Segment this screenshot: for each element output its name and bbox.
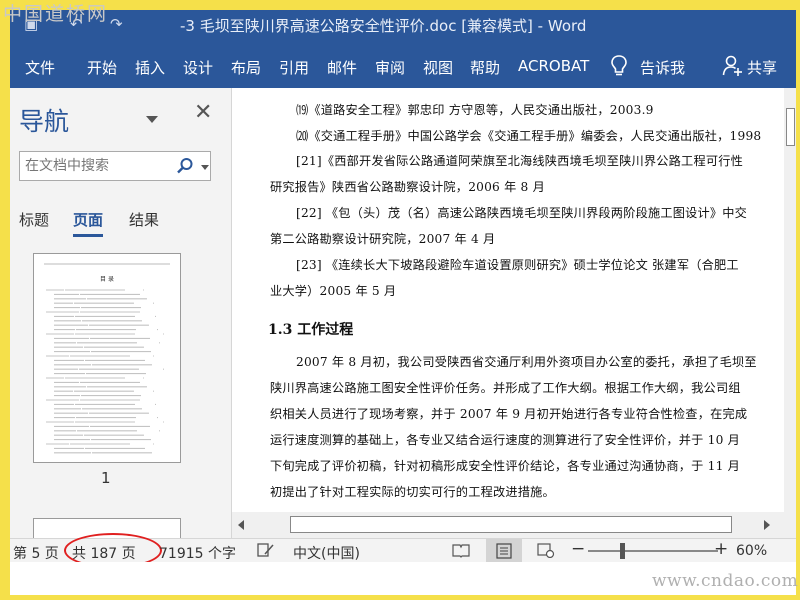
navigation-pane: 导航 ✕ 标题 页面 结果 目 录 1 xyxy=(10,88,232,538)
tab-results[interactable]: 结果 xyxy=(129,209,159,230)
body-line-5: 下旬完成了评价初稿，针对初稿形成安全性评价结论，各专业通过沟通协商，于 11 月 xyxy=(270,459,741,473)
ref-22-line2: 第二公路勘察设计研究院，2007 年 4 月 xyxy=(270,232,496,246)
ref-23-line1: [23] 《连续长大下坡路段避险车道设置原则研究》硕士学位论文 张建军（合肥工 xyxy=(296,258,739,272)
chevron-down-icon[interactable] xyxy=(146,116,158,123)
vertical-scrollbar[interactable] xyxy=(784,88,796,512)
ref-22-line1: [22] 《包（头）茂（名）高速公路陕西境毛坝至陕川界段两阶段施工图设计》中交 xyxy=(296,206,748,220)
page-thumbnail-preview: 目 录 xyxy=(44,263,170,454)
body-line-1: 2007 年 8 月初，我公司受陕西省交通厅利用外资项目办公室的委托，承担了毛坝… xyxy=(296,355,757,369)
body-line-6: 初提出了针对工程实际的切实可行的工程改进措施。 xyxy=(270,485,555,499)
zoom-slider[interactable] xyxy=(588,550,718,552)
read-mode-icon[interactable] xyxy=(451,542,471,558)
zoom-out-button[interactable]: − xyxy=(571,539,585,559)
ref-19: ⒆《道路安全工程》郭忠印 方守恩等，人民交通出版社，2003.9 xyxy=(296,103,654,117)
tab-acrobat[interactable]: ACROBAT xyxy=(518,57,589,75)
zoom-slider-handle[interactable] xyxy=(620,543,625,559)
status-bar: 第 5 页 共 187 页 71915 个字 中文(中国) − + 60% xyxy=(10,533,796,568)
tab-view[interactable]: 视图 xyxy=(423,57,453,78)
body-line-3: 织相关人员进行了现场考察，并于 2007 年 9 月初开始进行各专业符合性检查，… xyxy=(270,407,748,421)
redo-icon[interactable]: ↷ xyxy=(110,15,123,33)
thumbnail-page-number: 1 xyxy=(101,469,111,487)
tab-layout[interactable]: 布局 xyxy=(231,57,261,78)
share-person-icon[interactable] xyxy=(722,55,742,77)
word-window: ▣ ↶ ↷ -3 毛坝至陕川界高速公路安全性评价.doc [兼容模式] - Wo… xyxy=(10,10,796,595)
lightbulb-icon xyxy=(611,55,627,76)
thumb-title: 目 录 xyxy=(100,275,114,283)
tell-me-search[interactable]: 告诉我 xyxy=(640,57,685,78)
tab-insert[interactable]: 插入 xyxy=(135,57,165,78)
horizontal-scrollbar[interactable] xyxy=(232,512,796,538)
tab-references[interactable]: 引用 xyxy=(279,57,309,78)
body-line-4: 运行速度测算的基础上，各专业又结合运行速度的测算进行了安全性评价，并于 10 月 xyxy=(270,433,741,447)
tab-home[interactable]: 开始 xyxy=(87,57,117,78)
horizontal-scroll-thumb[interactable] xyxy=(290,516,732,533)
share-button[interactable]: 共享 xyxy=(747,57,777,78)
section-heading: 1.3 工作过程 xyxy=(268,322,354,338)
watermark-top: 中国道桥网 xyxy=(3,3,109,25)
nav-title: 导航 xyxy=(19,107,70,136)
zoom-in-button[interactable]: + xyxy=(714,539,728,559)
word-count[interactable]: 71915 个字 xyxy=(159,543,236,563)
title-bar: ▣ ↶ ↷ -3 毛坝至陕川界高速公路安全性评价.doc [兼容模式] - Wo… xyxy=(10,10,796,44)
ref-21-line1: [21]《西部开发省际公路通道阿荣旗至北海线陕西境毛坝至陕川界公路工程可行性 xyxy=(296,154,743,168)
vertical-scroll-thumb[interactable] xyxy=(786,108,795,146)
proofing-icon[interactable] xyxy=(257,542,275,558)
search-options-chevron-icon[interactable] xyxy=(201,165,209,170)
web-layout-icon[interactable] xyxy=(537,542,555,558)
document-page[interactable]: ⒆《道路安全工程》郭忠印 方守恩等，人民交通出版社，2003.9 ⒇《交通工程手… xyxy=(232,88,796,512)
tab-design[interactable]: 设计 xyxy=(183,57,213,78)
zoom-level[interactable]: 60% xyxy=(736,543,767,559)
page-thumbnail-1[interactable]: 目 录 xyxy=(33,253,181,463)
tab-help[interactable]: 帮助 xyxy=(470,57,500,78)
print-layout-button[interactable] xyxy=(486,539,522,563)
ribbon-tabs: 文件 开始 插入 设计 布局 引用 邮件 审阅 视图 帮助 ACROBAT 告诉… xyxy=(10,44,796,88)
ref-23-line2: 业大学）2005 年 5 月 xyxy=(270,284,397,298)
search-input[interactable] xyxy=(20,152,170,180)
close-icon[interactable]: ✕ xyxy=(194,102,212,124)
tab-file[interactable]: 文件 xyxy=(25,57,55,78)
tab-review[interactable]: 审阅 xyxy=(375,57,405,78)
scroll-right-arrow-icon[interactable] xyxy=(764,520,770,530)
tab-pages[interactable]: 页面 xyxy=(73,209,104,237)
scroll-left-arrow-icon[interactable] xyxy=(238,520,244,530)
search-icon[interactable] xyxy=(176,157,194,175)
ref-21-line2: 研究报告》陕西省公路勘察设计院，2006 年 8 月 xyxy=(270,180,545,194)
language-indicator[interactable]: 中文(中国) xyxy=(293,543,360,563)
watermark-bottom: www.cndao.com xyxy=(652,571,799,591)
page-indicator[interactable]: 第 5 页 xyxy=(13,543,59,563)
ref-20: ⒇《交通工程手册》中国公路学会《交通工程手册》编委会，人民交通出版社，1998 xyxy=(296,129,762,143)
print-layout-icon xyxy=(496,543,512,559)
tab-mailings[interactable]: 邮件 xyxy=(327,57,357,78)
window-title: -3 毛坝至陕川界高速公路安全性评价.doc [兼容模式] - Word xyxy=(180,17,587,35)
nav-search-box[interactable] xyxy=(19,151,211,181)
body-line-2: 陕川界高速公路施工图安全性评价任务。并形成了工作大纲。根据工作大纲，我公司组 xyxy=(270,381,741,395)
tab-headings[interactable]: 标题 xyxy=(19,209,49,230)
